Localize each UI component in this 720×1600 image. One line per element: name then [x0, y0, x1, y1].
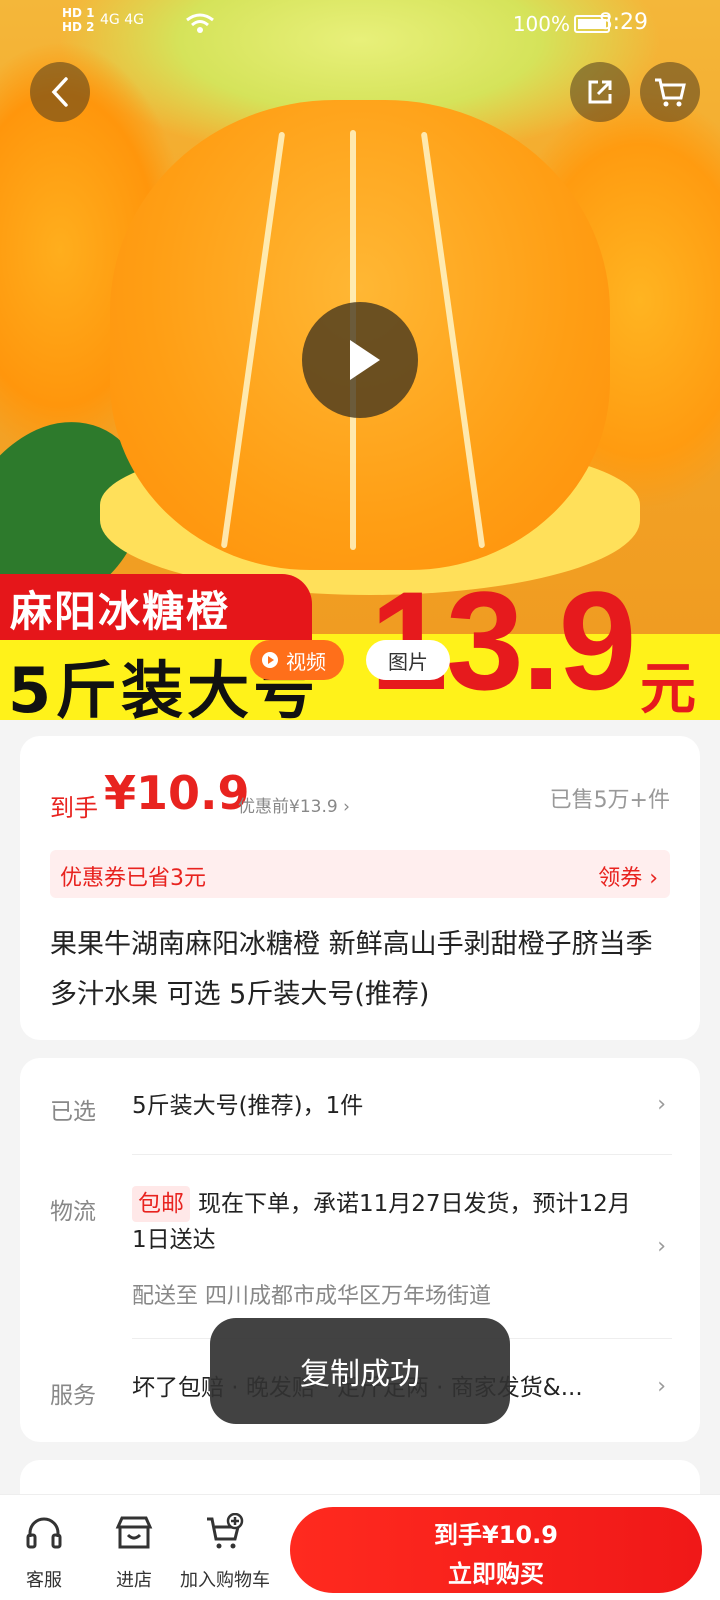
- sim1-label: HD 1: [62, 6, 95, 20]
- customer-service-button[interactable]: 客服: [24, 1513, 64, 1592]
- logistics-text: 现在下单，承诺11月27日发货，预计12月1日送达: [132, 1191, 631, 1253]
- buy-price-label: 到手¥10.9: [434, 1521, 558, 1549]
- price-value: ¥10.9: [104, 766, 250, 820]
- sim2-label: HD 2: [62, 20, 95, 34]
- service-label: 服务: [50, 1383, 96, 1409]
- battery-percent: 100%: [512, 12, 570, 36]
- banner-title: 麻阳冰糖橙: [10, 587, 231, 636]
- logistics-info[interactable]: 包邮 现在下单，承诺11月27日发货，预计12月1日送达: [132, 1186, 632, 1258]
- toast-copied: 复制成功: [210, 1318, 510, 1424]
- media-tabs: 视频 图片: [250, 640, 450, 680]
- tab-image-label: 图片: [388, 649, 428, 674]
- chevron-right-icon[interactable]: ›: [657, 1374, 666, 1399]
- cart-button[interactable]: [640, 62, 700, 122]
- claim-coupon-button[interactable]: 领券 ›: [598, 860, 658, 892]
- ship-to-address[interactable]: 配送至 四川成都市成华区万年场街道: [132, 1278, 491, 1310]
- customer-service-label: 客服: [26, 1570, 62, 1591]
- product-page: HD 1 HD 2 4G 4G 100% 8:29 麻阳冰糖橙 5斤装大号 13…: [0, 0, 720, 1600]
- back-button[interactable]: [30, 62, 90, 122]
- play-video-button[interactable]: [302, 302, 418, 418]
- chevron-left-icon: [51, 77, 68, 107]
- enter-store-label: 进店: [116, 1570, 152, 1591]
- add-to-cart-button[interactable]: 加入购物车: [180, 1512, 270, 1592]
- status-bar: HD 1 HD 2 4G 4G 100% 8:29: [0, 0, 720, 50]
- shopping-cart-icon: [655, 78, 686, 107]
- chevron-right-icon[interactable]: ›: [657, 1234, 666, 1259]
- add-cart-icon: [207, 1512, 244, 1549]
- share-icon: [588, 80, 612, 104]
- sim-indicators: HD 1 HD 2: [62, 6, 95, 34]
- product-title[interactable]: 果果牛湖南麻阳冰糖橙 新鲜高山手剥甜橙子脐当季多汁水果 可选 5斤装大号(推荐): [50, 920, 670, 1020]
- selected-label: 已选: [50, 1099, 96, 1125]
- headset-icon: [26, 1517, 62, 1549]
- bottom-action-bar: 客服 进店 加入购物车 到手¥10.9 立即购买: [0, 1494, 720, 1600]
- share-button[interactable]: [570, 62, 630, 122]
- buy-now-button[interactable]: 到手¥10.9 立即购买: [290, 1507, 702, 1593]
- price-card: 到手 ¥10.9 优惠前¥13.9 › 已售5万+件 优惠券已省3元 领券 › …: [20, 736, 700, 1040]
- selected-value[interactable]: 5斤装大号(推荐)，1件: [132, 1088, 363, 1124]
- chevron-right-icon[interactable]: ›: [657, 1092, 666, 1117]
- store-icon: [115, 1516, 153, 1549]
- buy-now-label: 立即购买: [448, 1560, 544, 1588]
- add-to-cart-label: 加入购物车: [180, 1570, 270, 1591]
- wifi-icon: [185, 12, 215, 39]
- price-label: 到手: [50, 794, 98, 822]
- coupon-banner[interactable]: 优惠券已省3元 领券 ›: [50, 850, 670, 898]
- price-before-link[interactable]: 优惠前¥13.9 ›: [238, 792, 350, 817]
- banner-price-unit: 元: [640, 657, 696, 722]
- play-small-icon: [262, 652, 278, 668]
- coupon-text: 优惠券已省3元: [60, 866, 206, 891]
- tab-video[interactable]: 视频: [250, 640, 344, 680]
- tab-video-label: 视频: [286, 649, 326, 674]
- network-signal-icon: 4G 4G: [100, 12, 144, 28]
- tab-image[interactable]: 图片: [366, 640, 450, 680]
- clock: 8:29: [598, 10, 648, 35]
- divider: [132, 1154, 672, 1155]
- logistics-label: 物流: [50, 1199, 96, 1225]
- free-shipping-badge: 包邮: [132, 1186, 190, 1222]
- sold-count: 已售5万+件: [549, 788, 670, 813]
- enter-store-button[interactable]: 进店: [114, 1513, 154, 1592]
